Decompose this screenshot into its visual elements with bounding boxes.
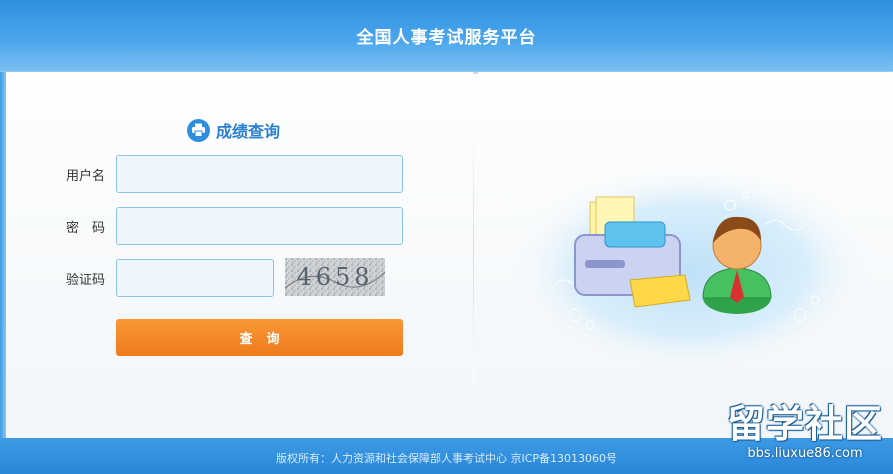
form-title-text: 成绩查询 [216,122,281,141]
username-label: 用户名 [66,169,106,184]
panel-divider [473,118,474,386]
captcha-text: 4658 [296,263,373,291]
username-input[interactable] [116,155,403,193]
watermark-main: 留学社区 [726,402,883,446]
watermark-url: bbs.liuxue86.com [747,446,863,461]
query-button[interactable]: 查询 [116,319,403,356]
password-input[interactable] [116,207,403,245]
captcha-image[interactable]: 4658 [285,258,385,296]
form-title: 成绩查询 [187,118,280,142]
password-label: 密 码 [66,221,106,236]
header-bar: 全国人事考试服务平台 [0,0,893,72]
captcha-label: 验证码 [66,273,106,288]
captcha-input[interactable] [116,259,274,297]
watermark-logo: 留学社区 bbs.liuxue86.com [725,402,885,470]
illustration [515,168,870,372]
site-title: 全国人事考试服务平台 [356,28,537,48]
printer-icon [187,118,210,142]
